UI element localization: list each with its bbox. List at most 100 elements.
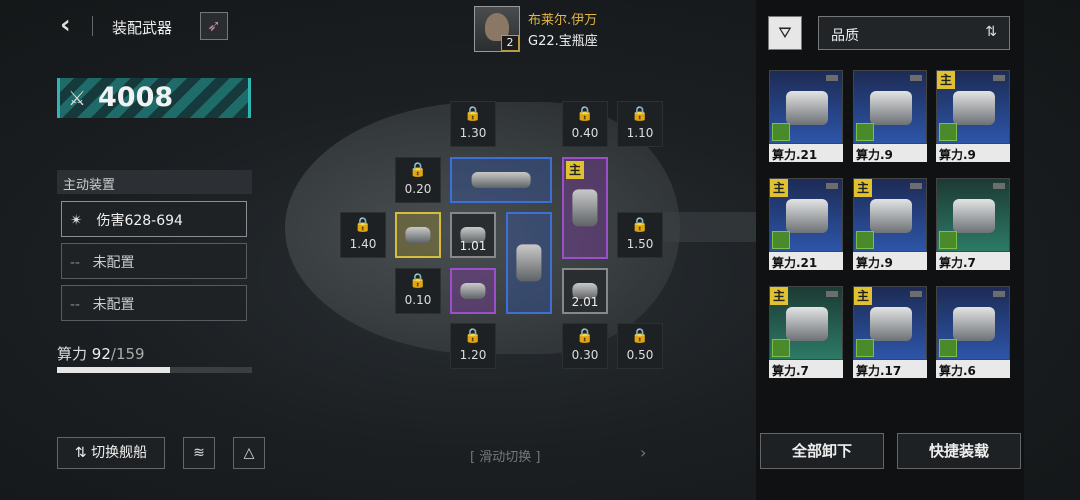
rank-icon: [772, 339, 790, 357]
pilot-avatar[interactable]: 2: [474, 6, 520, 52]
lock-icon: 🔒: [631, 217, 649, 233]
capacity-label: 算力 92/159: [57, 345, 145, 363]
weapon-power: 算力.7: [936, 252, 1010, 270]
sword-icon: ⚔: [68, 86, 86, 110]
weapon-art: 主: [936, 70, 1010, 144]
lock-icon: 🔒: [631, 328, 649, 344]
weapon-slot-gray[interactable]: 1.01: [450, 212, 496, 258]
locked-slot[interactable]: 🔒 1.10: [617, 101, 663, 147]
weapon-card[interactable]: 主算力.17: [853, 286, 927, 378]
more-icon: [910, 291, 922, 297]
weapon-power: 算力.9: [853, 144, 927, 162]
lock-icon: 🔒: [409, 162, 427, 178]
pilot-name: 布莱尔.伊万: [528, 13, 598, 28]
rank-icon: [856, 231, 874, 249]
triangle-icon[interactable]: △: [233, 437, 265, 469]
weapon-slot-blue-tall[interactable]: [506, 212, 552, 314]
rank-icon: [772, 123, 790, 141]
weapon-power: 算力.9: [936, 144, 1010, 162]
weapon-card[interactable]: 主算力.9: [936, 70, 1010, 162]
lock-icon: 🔒: [464, 106, 482, 122]
lock-icon: 🔒: [576, 106, 594, 122]
more-icon: [993, 291, 1005, 297]
lock-icon: 🔒: [576, 328, 594, 344]
ship-tail: [650, 212, 770, 242]
claw-icon: ✴: [70, 211, 83, 229]
more-icon: [910, 75, 922, 81]
sort-arrows-icon: ⇅: [985, 24, 997, 40]
weapon-art: [769, 70, 843, 144]
rocket-icon[interactable]: ➶: [200, 12, 228, 40]
more-icon: [910, 183, 922, 189]
lock-icon: 🔒: [464, 328, 482, 344]
weapon-card[interactable]: 主算力.9: [853, 178, 927, 270]
chevron-right-icon[interactable]: ›: [640, 443, 646, 462]
locked-slot[interactable]: 🔒 1.20: [450, 323, 496, 369]
rank-icon: [939, 339, 957, 357]
more-icon: [826, 75, 838, 81]
weapon-card[interactable]: 主算力.21: [769, 178, 843, 270]
locked-slot[interactable]: 🔒 1.50: [617, 212, 663, 258]
more-icon: [826, 183, 838, 189]
quick-equip-button[interactable]: 快捷装载: [897, 433, 1021, 469]
pilot-ship: G22.宝瓶座: [528, 34, 598, 49]
weapon-card[interactable]: 算力.6: [936, 286, 1010, 378]
weapon-art: [936, 178, 1010, 252]
power-display: ⚔ 4008: [57, 78, 251, 118]
main-tag: 主: [937, 71, 955, 89]
weapon-slot-blue-wide[interactable]: [450, 157, 552, 203]
capacity-max: 159: [115, 345, 145, 363]
weapon-card[interactable]: 算力.9: [853, 70, 927, 162]
main-tag: 主: [770, 287, 788, 305]
lock-icon: 🔒: [409, 273, 427, 289]
weapon-art: 主: [853, 286, 927, 360]
lock-icon: 🔒: [631, 106, 649, 122]
weapon-card[interactable]: 算力.21: [769, 70, 843, 162]
capacity-used: 92: [91, 345, 111, 363]
weapon-power: 算力.9: [853, 252, 927, 270]
rank-icon: [856, 339, 874, 357]
header-divider: [92, 16, 93, 36]
device-label: 未配置: [92, 297, 135, 313]
rank-icon: [939, 231, 957, 249]
rank-icon: [772, 231, 790, 249]
weapon-power: 算力.21: [769, 252, 843, 270]
locked-slot[interactable]: 🔒 0.40: [562, 101, 608, 147]
weapon-slot-yellow[interactable]: [395, 212, 441, 258]
switch-ship-button[interactable]: ⇅ 切换舰船: [57, 437, 165, 469]
weapon-card[interactable]: 算力.7: [936, 178, 1010, 270]
locked-slot[interactable]: 🔒 1.30: [450, 101, 496, 147]
locked-slot[interactable]: 🔒 0.20: [395, 157, 441, 203]
active-devices-title: 主动装置: [57, 170, 252, 194]
back-button[interactable]: ‹: [60, 12, 86, 38]
more-icon: [993, 183, 1005, 189]
device-slot-3[interactable]: -- 未配置: [61, 285, 247, 321]
unload-all-button[interactable]: 全部卸下: [760, 433, 884, 469]
weapon-slot-gray[interactable]: 2.01: [562, 268, 608, 314]
weapon-art: [936, 286, 1010, 360]
device-label: 未配置: [92, 255, 135, 271]
weapon-slot-purple[interactable]: [450, 268, 496, 314]
capacity-bar: [57, 367, 252, 373]
main-tag: 主: [854, 287, 872, 305]
locked-slot[interactable]: 🔒 1.40: [340, 212, 386, 258]
more-icon: [993, 75, 1005, 81]
weapon-power: 算力.21: [769, 144, 843, 162]
locked-slot[interactable]: 🔒 0.50: [617, 323, 663, 369]
locked-slot[interactable]: 🔒 0.10: [395, 268, 441, 314]
weapon-card[interactable]: 主算力.7: [769, 286, 843, 378]
filter-icon[interactable]: ⛛: [768, 16, 802, 50]
weapon-power: 算力.7: [769, 360, 843, 378]
main-tag: 主: [854, 179, 872, 197]
weapon-power: 算力.17: [853, 360, 927, 378]
sort-select[interactable]: 品质 ⇅: [818, 16, 1010, 50]
wave-icon[interactable]: ≋: [183, 437, 215, 469]
device-slot-1[interactable]: ✴ 伤害628-694: [61, 201, 247, 237]
device-slot-2[interactable]: -- 未配置: [61, 243, 247, 279]
weapon-art: 主: [769, 286, 843, 360]
rank-icon: [939, 123, 957, 141]
device-label: 伤害628-694: [96, 213, 183, 229]
locked-slot[interactable]: 🔒 0.30: [562, 323, 608, 369]
page-title: 装配武器: [112, 19, 173, 37]
weapon-slot-purple-tall[interactable]: 主: [562, 157, 608, 259]
